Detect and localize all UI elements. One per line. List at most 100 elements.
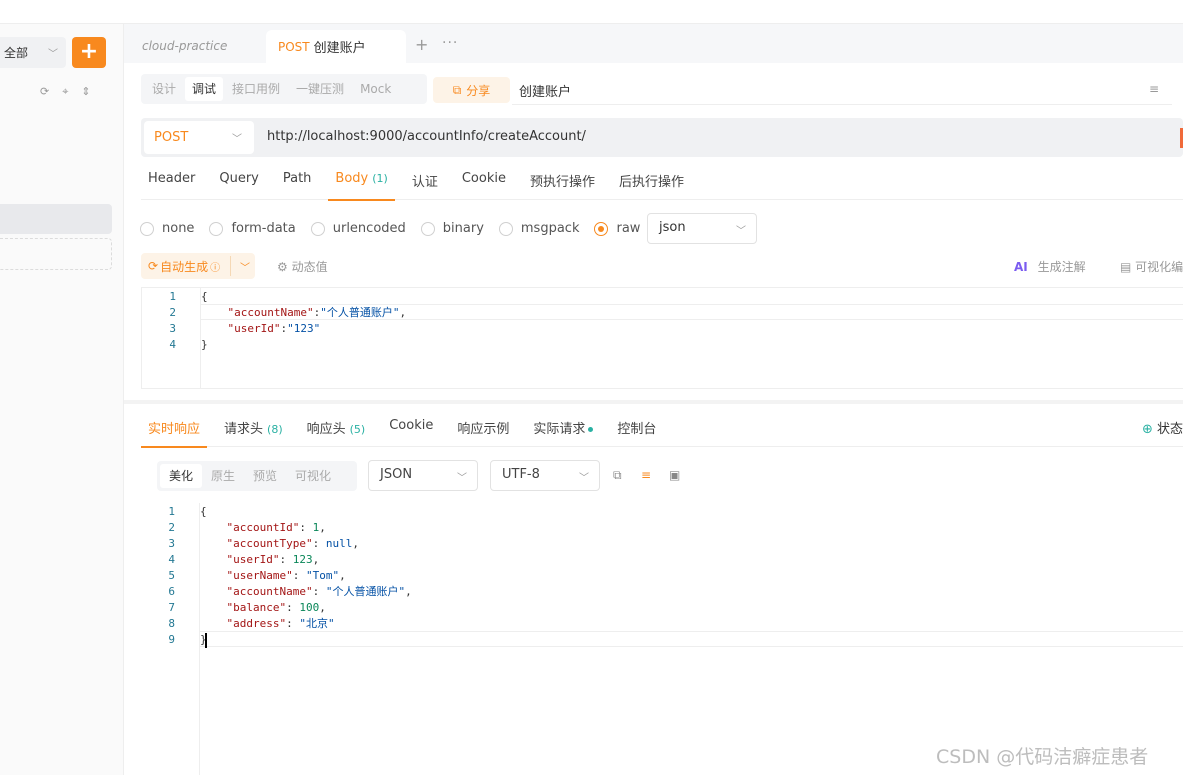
locate-icon[interactable]: ⌖	[62, 85, 68, 99]
visual-edit-icon: ▤	[1120, 260, 1132, 274]
request-tab[interactable]: Query	[212, 162, 266, 200]
mode-tab[interactable]: Mock	[353, 77, 398, 101]
ai-icon: AI	[1014, 260, 1028, 274]
copy-icon[interactable]: ⧉	[613, 468, 622, 483]
response-tab-label: 响应头	[306, 422, 346, 437]
sidebar-filter-select[interactable]: 全部 ﹀	[0, 37, 66, 68]
response-tab-label: 实时响应	[148, 422, 201, 437]
response-tab[interactable]: 控制台	[610, 406, 663, 447]
request-tab[interactable]: 认证	[405, 162, 445, 200]
mode-switcher: 设计 调试 接口用例 一键压测 Mock	[141, 74, 427, 104]
panel-splitter[interactable]	[124, 400, 1183, 404]
sidebar-drop-zone[interactable]	[0, 238, 112, 270]
dynamic-value-button[interactable]: ⚙ 动态值	[277, 258, 328, 275]
edit-icon[interactable]: ≡	[1149, 82, 1159, 96]
radio-label: form-data	[231, 221, 296, 236]
radio-circle	[498, 221, 513, 236]
more-tabs-button[interactable]: ···	[442, 35, 458, 51]
text-caret	[205, 633, 207, 648]
share-icon: ⧉	[452, 82, 462, 97]
response-tab[interactable]: Cookie	[382, 406, 440, 447]
mode-tab[interactable]: 设计	[145, 77, 183, 101]
code-line: "userId": 123,	[200, 552, 320, 568]
save-icon[interactable]: ▣	[669, 468, 680, 482]
response-tab-label: 响应示例	[457, 422, 510, 437]
wrap-icon[interactable]: ≡	[641, 468, 651, 482]
line-number: 2	[169, 306, 176, 319]
visual-edit-button[interactable]: ▤ 可视化编	[1120, 258, 1183, 275]
refresh-icon[interactable]: ⟳	[40, 85, 49, 99]
code-token: 123	[292, 553, 313, 566]
mode-tab[interactable]: 一键压测	[289, 77, 351, 101]
body-type-radio[interactable]: msgpack	[498, 221, 580, 236]
view-mode-tab[interactable]: 预览	[244, 464, 286, 488]
body-type-radio[interactable]: none	[140, 221, 194, 236]
mode-tab[interactable]: 调试	[185, 77, 224, 101]
status-button[interactable]: ⊕ 状态	[1142, 418, 1183, 437]
view-mode-tab[interactable]: 美化	[160, 464, 203, 488]
auto-generate-label: 自动生成	[160, 259, 209, 274]
request-tab-count: (1)	[372, 172, 388, 185]
request-tab[interactable]: 后执行操作	[612, 162, 691, 200]
view-mode-tab[interactable]: 原生	[202, 464, 244, 488]
url-input[interactable]: http://localhost:9000/accountInfo/create…	[267, 129, 586, 144]
sidebar-item-selected[interactable]	[0, 204, 112, 234]
radio-label: binary	[442, 221, 484, 236]
body-type-radio[interactable]: urlencoded	[310, 221, 406, 236]
code-token: ,	[352, 537, 359, 550]
request-tab-label: Body	[335, 171, 369, 186]
code-token: 100	[299, 601, 320, 614]
response-tab[interactable]: 实时响应	[141, 406, 208, 448]
code-token: "userId"	[227, 322, 281, 335]
mode-tab[interactable]: 接口用例	[225, 77, 287, 101]
line-number: 6	[168, 585, 175, 598]
generate-annotation-button[interactable]: AI 生成注解	[1014, 258, 1086, 275]
chevron-down-icon[interactable]: ﹀	[240, 259, 250, 274]
auto-generate-button[interactable]: ⟳ 自动生成 ⓘ ﹀	[141, 253, 255, 279]
share-label: 分享	[466, 83, 491, 98]
request-tab[interactable]: Header	[141, 162, 202, 200]
response-tab[interactable]: 实际请求	[526, 406, 600, 447]
add-button[interactable]: +	[72, 37, 106, 68]
response-tab[interactable]: 响应头 (5)	[300, 406, 373, 447]
radio-circle	[209, 221, 224, 236]
line-number: 4	[169, 338, 176, 351]
body-type-radios: none form-data urlencoded binary msgpack raw	[140, 213, 655, 244]
code-token: "accountType"	[226, 537, 313, 550]
radio-label: msgpack	[520, 221, 580, 236]
response-tab[interactable]: 请求头 (8)	[217, 406, 290, 447]
new-tab-button[interactable]: +	[415, 35, 428, 54]
request-tab-label: 预执行操作	[529, 175, 595, 190]
encoding-select[interactable]: UTF-8 ﹀	[490, 460, 600, 491]
code-token: :	[286, 617, 300, 630]
response-body-viewer[interactable]: 1 {2 "accountId": 1, 3 "accountType": null…	[141, 503, 1183, 775]
code-token: {	[201, 290, 208, 303]
expand-collapse-icon[interactable]: ⇕	[81, 85, 90, 99]
body-type-radio[interactable]: raw	[594, 221, 640, 236]
body-type-radio[interactable]: binary	[420, 221, 484, 236]
share-button[interactable]: ⧉ 分享	[433, 77, 510, 103]
code-token: "个人普通账户"	[320, 306, 400, 319]
response-tab[interactable]: 响应示例	[450, 406, 516, 447]
request-tab[interactable]: Cookie	[455, 162, 513, 200]
body-type-radio[interactable]: form-data	[209, 221, 296, 236]
api-name-field[interactable]: 创建账户	[519, 81, 571, 100]
request-tab[interactable]: Body (1)	[328, 162, 396, 201]
view-mode-tab[interactable]: 可视化	[286, 464, 340, 488]
request-tab-label: 后执行操作	[619, 175, 685, 190]
request-tab[interactable]: Path	[276, 162, 319, 200]
body-format-select[interactable]: json ﹀	[647, 213, 757, 244]
request-tab[interactable]: 预执行操作	[523, 162, 602, 200]
request-body-editor[interactable]: 1 {2 "accountName":"个人普通账户", 3 "userId":"1…	[141, 287, 1183, 389]
code-line: {	[200, 504, 207, 520]
code-token: :	[312, 537, 326, 550]
tab-cloud-practice[interactable]: cloud-practice	[142, 39, 227, 53]
code-line: "accountId": 1,	[200, 520, 326, 536]
response-format-select[interactable]: JSON ﹀	[368, 460, 478, 491]
tab-create-account[interactable]: POST 创建账户	[266, 30, 406, 63]
method-select[interactable]: POST ﹀	[144, 121, 254, 154]
response-tab-count: (5)	[349, 423, 366, 436]
